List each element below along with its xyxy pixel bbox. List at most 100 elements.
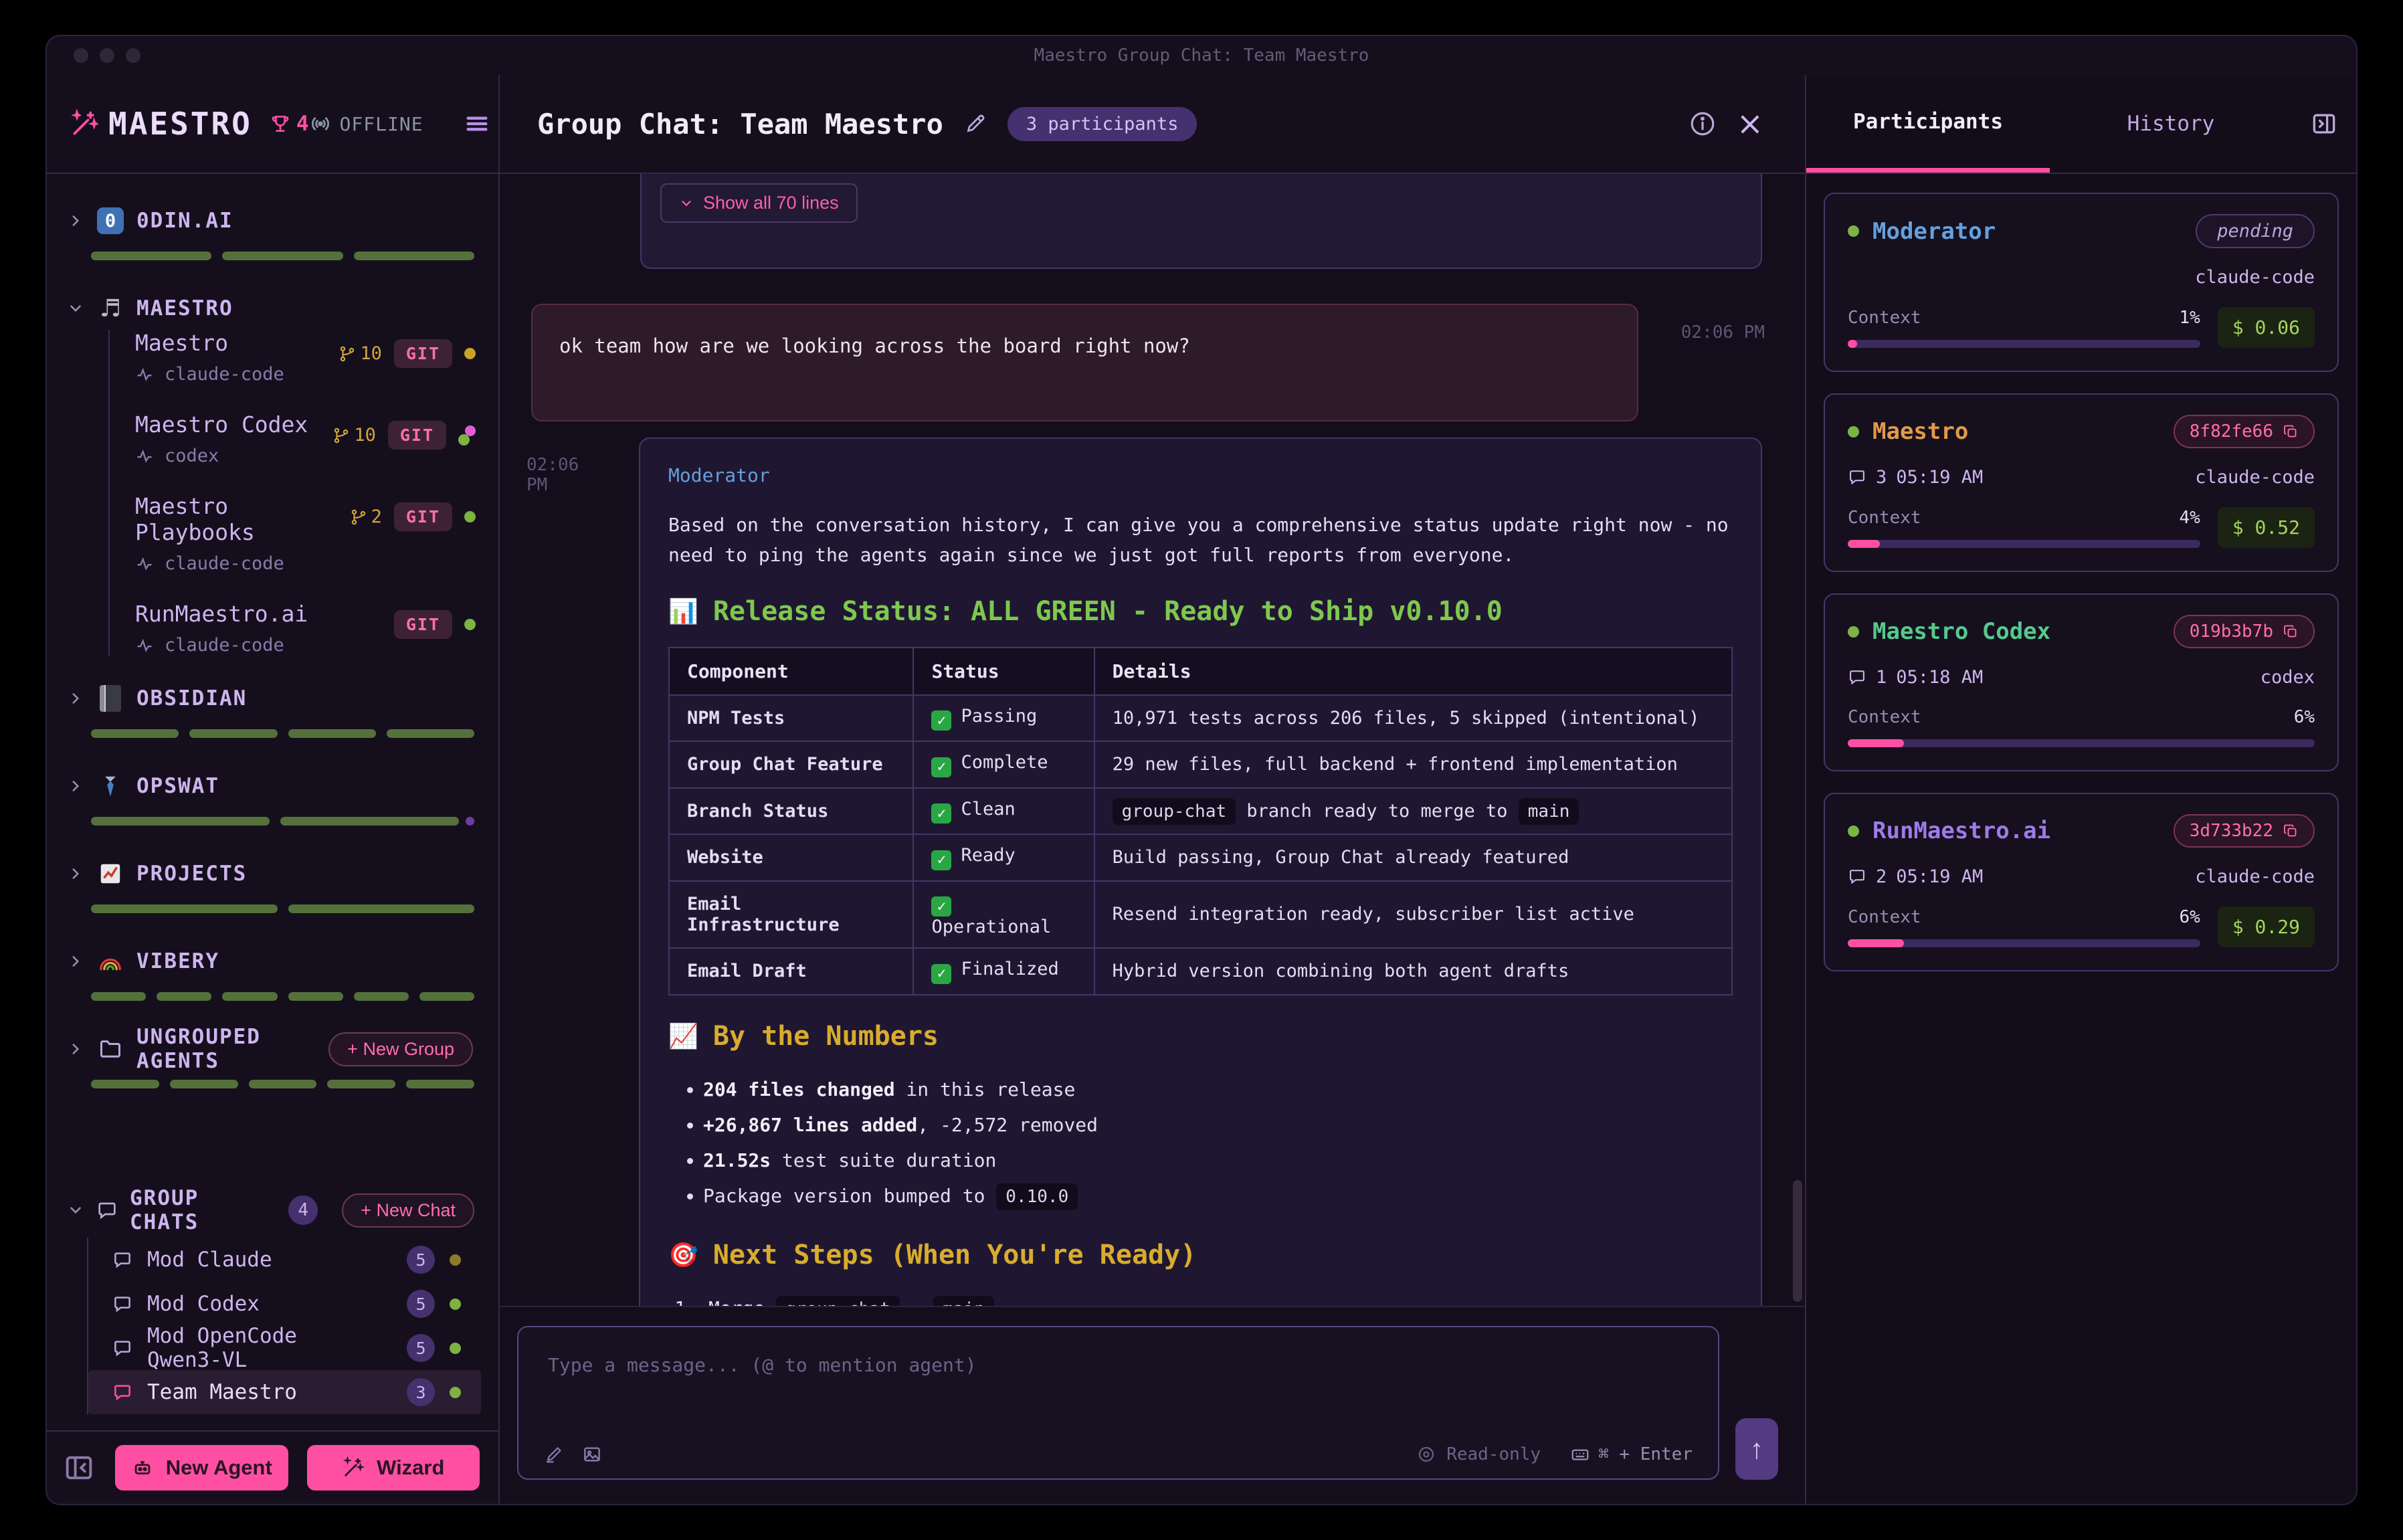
new-agent-button[interactable]: New Agent: [115, 1445, 288, 1490]
bold-text: 21.52s: [703, 1149, 771, 1171]
message-count-badge: 5: [407, 1334, 435, 1362]
sidebar-group-maestro[interactable]: MAESTRO: [47, 290, 498, 327]
progress-bar-segment: [91, 252, 211, 260]
session-hash-badge[interactable]: 8f82fe66: [2174, 415, 2315, 448]
new-group-button[interactable]: + New Group: [330, 1034, 472, 1065]
agent-row-maestro-codex[interactable]: Maestro Codex codex 10: [135, 411, 498, 466]
session-hash-badge[interactable]: 3d733b22: [2174, 814, 2315, 848]
progress-bar-segment: [288, 729, 376, 738]
progress-bar-segment: [249, 1080, 317, 1088]
card-header: Moderator pending: [1848, 214, 2315, 248]
send-button[interactable]: ↑: [1735, 1418, 1778, 1480]
card-header: Maestro Codex 019b3b7b: [1848, 615, 2315, 648]
collapse-sidebar-icon[interactable]: [62, 1450, 96, 1485]
show-all-lines-button[interactable]: Show all 70 lines: [660, 183, 858, 223]
message-input[interactable]: [518, 1327, 1718, 1414]
progress-bar-segment: [354, 992, 409, 1001]
agent-row-maestro[interactable]: Maestro claude-code 10: [135, 330, 498, 385]
chevron-right-icon: [67, 953, 84, 970]
sidebar-header: MAESTRO 4 OFFLINE: [47, 75, 498, 174]
branch-count: 10: [354, 425, 376, 446]
list-text: →: [900, 1297, 934, 1306]
release-status-heading-text: Release Status: ALL GREEN - Ready to Shi…: [713, 596, 1503, 627]
group-chat-item-team-maestro[interactable]: Team Maestro 3: [88, 1370, 481, 1414]
participant-name: Maestro: [1872, 418, 1968, 445]
edit-title-pencil-icon[interactable]: [963, 112, 987, 136]
branch-counter: 2: [350, 506, 382, 527]
participant-card-moderator[interactable]: Moderator pending claude-code Context 1%: [1824, 193, 2339, 372]
agent-status-dots: [458, 425, 476, 446]
scrollbar-thumb[interactable]: [1793, 1180, 1802, 1302]
copy-icon[interactable]: [2283, 823, 2299, 839]
close-chat-icon[interactable]: ×: [1737, 108, 1763, 140]
eye-readonly-icon: [1417, 1445, 1436, 1464]
zoom-window-button[interactable]: [126, 48, 140, 63]
agent-row-runmaestro[interactable]: RunMaestro.ai claude-code GIT: [135, 601, 498, 656]
sidebar-group-odin[interactable]: 0 0DIN.AI: [47, 202, 498, 239]
progress-bar-segment: [91, 904, 278, 913]
last-message-time: 05:19 AM: [1896, 866, 1983, 887]
chat-scroll-area[interactable]: Show all 70 lines ok team how are we loo…: [500, 174, 1805, 1306]
shortcut-hint: ⌘ + Enter: [1570, 1444, 1693, 1464]
inline-code: group-chat: [1113, 798, 1236, 825]
trophy-count: 4: [296, 112, 309, 136]
menu-icon[interactable]: [464, 110, 490, 137]
new-chat-button[interactable]: + New Chat: [342, 1193, 474, 1228]
next-steps-heading: 🎯 Next Steps (When You're Ready): [668, 1240, 1733, 1270]
participant-card-maestro-codex[interactable]: Maestro Codex 019b3b7b 1 05:18 AM: [1824, 593, 2339, 771]
participants-badge[interactable]: 3 participants: [1007, 107, 1197, 141]
participant-card-maestro[interactable]: Maestro 8f82fe66 3 05:19 AM: [1824, 393, 2339, 572]
card-context: Context 6%: [1848, 707, 2315, 747]
status-cell: ✓Clean: [913, 788, 1094, 835]
agent-row-maestro-playbooks[interactable]: Maestro Playbooks claude-code 2: [135, 493, 498, 574]
sidebar-group-projects[interactable]: PROJECTS: [47, 855, 498, 892]
message-count: 3 05:19 AM: [1848, 467, 1983, 488]
progress-bar-segment: [354, 252, 474, 260]
context-progress-fill: [1848, 939, 1904, 947]
wizard-button[interactable]: Wizard: [307, 1445, 480, 1490]
progress-bar-segment: [91, 992, 146, 1001]
tab-history[interactable]: History: [2050, 75, 2292, 173]
chat-name: Mod Claude: [147, 1248, 272, 1272]
pencil-icon[interactable]: [544, 1444, 564, 1464]
tab-participants[interactable]: Participants: [1806, 75, 2050, 173]
check-icon: ✓: [931, 896, 951, 917]
sidebar-group-obsidian[interactable]: OBSIDIAN: [47, 680, 498, 717]
agent-runtime-label: claude-code: [165, 635, 284, 656]
traffic-lights[interactable]: [74, 48, 140, 63]
chevron-down-icon: [67, 1201, 84, 1219]
minimize-window-button[interactable]: [100, 48, 114, 63]
shortcut-label: ⌘ + Enter: [1598, 1444, 1693, 1464]
group-chat-item-mod-opencode[interactable]: Mod OpenCode Qwen3-VL 5: [88, 1326, 481, 1370]
sidebar-group-ungrouped[interactable]: UNGROUPED AGENTS + New Group: [47, 1030, 498, 1068]
collapse-panel-icon[interactable]: [2292, 75, 2356, 173]
sidebar-group-opswat[interactable]: OPSWAT: [47, 767, 498, 805]
agent-name: Maestro Codex: [135, 411, 308, 438]
card-meta: 2 05:19 AM claude-code: [1848, 864, 2315, 889]
trophy-counter[interactable]: 4: [270, 112, 309, 136]
group-name: MAESTRO: [136, 296, 233, 320]
image-attach-icon[interactable]: [581, 1444, 603, 1465]
agent-runtime-label: claude-code: [165, 553, 284, 574]
participant-card-runmaestro[interactable]: RunMaestro.ai 3d733b22 2 05:19 AM: [1824, 793, 2339, 971]
copy-icon[interactable]: [2283, 423, 2299, 440]
info-icon[interactable]: [1689, 110, 1717, 138]
chat-bubble-icon: [1848, 867, 1866, 886]
group-chat-item-mod-claude[interactable]: Mod Claude 5: [88, 1238, 481, 1282]
copy-icon[interactable]: [2283, 623, 2299, 640]
online-dot: [1848, 426, 1859, 438]
session-hash-badge[interactable]: 019b3b7b: [2174, 615, 2315, 648]
online-dot: [1848, 225, 1859, 237]
group-chats-header[interactable]: GROUP CHATS 4 + New Chat: [47, 1188, 498, 1232]
participant-cards: Moderator pending claude-code Context 1%: [1806, 174, 2356, 990]
agent-runtime-label: claude-code: [165, 364, 284, 385]
composer: Read-only ⌘ + Enter ↑: [500, 1306, 1805, 1504]
activity-icon: [135, 447, 154, 466]
sidebar: MAESTRO 4 OFFLINE: [47, 75, 500, 1504]
close-window-button[interactable]: [74, 48, 88, 63]
group-chat-item-mod-codex[interactable]: Mod Codex 5: [88, 1282, 481, 1326]
table-row: Website ✓Ready Build passing, Group Chat…: [669, 834, 1732, 881]
sidebar-group-vibery[interactable]: VIBERY: [47, 943, 498, 980]
keyboard-icon: [1570, 1444, 1590, 1464]
list-item: 21.52s test suite duration: [703, 1143, 1733, 1178]
